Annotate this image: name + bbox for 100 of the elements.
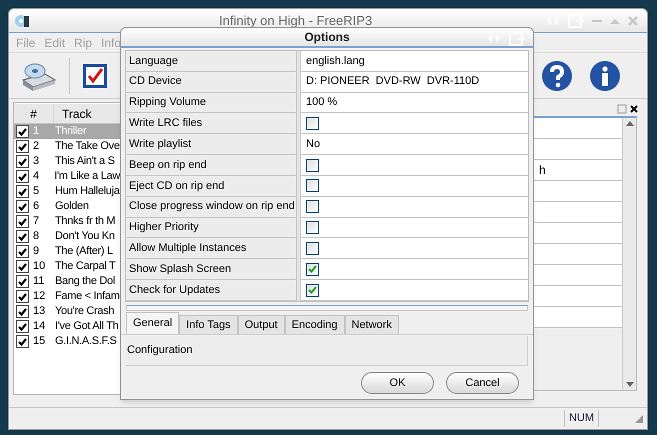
checkbox[interactable] [16,125,29,138]
checkbox[interactable] [306,158,319,172]
track-number: 1 [32,124,40,140]
checkbox[interactable] [306,221,319,234]
track-number: 13 [32,304,46,320]
status-indicator: NUM [564,410,599,427]
checkbox[interactable] [16,215,29,228]
track-row[interactable]: 11 Bang the Dol [14,274,120,289]
setting-value[interactable]: 100 % [306,94,338,111]
track-number: 10 [32,259,46,274]
tab[interactable]: Info Tags [179,315,238,334]
track-number: 4 [32,169,40,184]
track-row[interactable]: 14 I've Got All Th [14,319,120,334]
setting-label: Ripping Volume [126,92,297,114]
help-icon[interactable] [541,60,573,92]
checkbox[interactable] [306,242,319,255]
track-title: Golden [54,199,89,214]
checkbox[interactable] [16,155,29,168]
scroll-up-icon[interactable] [626,121,634,126]
track-title: I've Got All Th [54,319,118,334]
track-row[interactable]: 12 Fame < Infam [14,289,120,304]
track-row[interactable]: 8 Don't You Kn [14,229,120,244]
track-row[interactable]: 9 The (After) L [14,244,120,259]
checkbox-icon[interactable] [82,62,108,88]
setting-label: Write playlist [126,134,297,156]
track-row[interactable]: 6 Golden [14,199,120,214]
track-row[interactable]: 4 I'm Like a Law [14,169,120,184]
track-number: 7 [32,214,40,230]
track-title: Bang the Dol [54,274,115,290]
tab[interactable]: General [126,312,180,334]
track-title: I'm Like a Law [53,169,120,184]
column-header[interactable]: Track [54,104,120,123]
app-icon [14,12,30,28]
track-title: The (After) L [54,244,113,260]
track-row[interactable]: 5 Hum Halleluja [14,184,120,199]
checkbox[interactable] [306,200,319,214]
section-label: Configuration [127,343,192,358]
column-header[interactable]: # [14,104,54,123]
tab[interactable]: Encoding [284,315,344,334]
setting-label: Show Splash Screen [126,259,297,280]
setting-label: Eject CD on rip end [126,176,297,197]
checkbox[interactable] [16,230,29,243]
track-title: The Take Ove [54,139,120,154]
track-number: 2 [32,139,40,154]
track-title: The Carpal T [54,259,116,274]
checkbox[interactable] [16,200,29,213]
track-title: Don't You Kn [54,229,115,244]
scroll-down-icon[interactable] [626,382,634,387]
track-row[interactable]: 15 G.I.N.A.S.F.S [14,334,120,349]
track-number: 3 [32,154,40,170]
dialog-title: Options [304,29,350,46]
checkbox[interactable] [16,305,29,318]
track-title: This Ain't a S [54,154,115,170]
track-number: 9 [32,244,40,260]
track-number: 14 [32,319,46,334]
dialog-button[interactable]: OK [361,372,434,394]
setting-label: Beep on rip end [126,155,297,176]
resize-grip-icon[interactable] [635,414,643,422]
track-row[interactable]: 10 The Carpal T [14,259,120,274]
checkbox[interactable] [16,290,29,303]
track-row[interactable]: 13 You're Crash [14,304,120,319]
track-number: 5 [32,184,40,200]
checkbox[interactable] [306,262,319,276]
track-row[interactable]: 7 Thnks fr th M [14,214,120,229]
checkbox[interactable] [306,284,319,297]
setting-label: Check for Updates [126,280,297,301]
dialog-button[interactable]: Cancel [446,372,519,394]
track-title: Thriller [54,124,86,140]
track-number: 6 [32,199,40,214]
setting-label: Higher Priority [126,218,297,238]
checkbox[interactable] [16,275,29,288]
tab[interactable]: Network [344,315,399,334]
track-title: Hum Halleluja [54,184,120,200]
checkbox[interactable] [16,140,29,153]
close-icon[interactable] [629,104,639,114]
checkbox[interactable] [16,320,29,333]
checkbox[interactable] [16,185,29,198]
track-number: 11 [32,274,46,290]
scrollbar[interactable] [622,118,636,390]
setting-value[interactable]: english.lang [306,52,365,70]
setting-label: CD Device [126,72,297,93]
setting-label: Close progress window on rip end [126,196,297,218]
checkbox[interactable] [306,116,319,130]
checkbox[interactable] [16,335,29,348]
setting-value[interactable]: No [306,136,320,152]
checkbox[interactable] [16,260,29,273]
track-row[interactable]: 2 The Take Ove [14,139,120,154]
track-number: 15 [32,334,46,350]
track-number: 8 [32,229,40,244]
track-row[interactable]: 3 This Ain't a S [14,154,120,169]
track-title: G.I.N.A.S.F.S [54,334,117,350]
track-title: You're Crash [54,304,114,320]
checkbox[interactable] [16,245,29,258]
setting-value[interactable]: D: PIONEER DVD-RW DVR-110D [306,73,480,90]
info-icon[interactable] [589,60,621,92]
tab[interactable]: Output [238,315,285,334]
checkbox[interactable] [306,179,319,192]
checkbox[interactable] [16,170,29,183]
side-pane-text: h [539,162,546,179]
setting-label: Language [126,51,297,72]
